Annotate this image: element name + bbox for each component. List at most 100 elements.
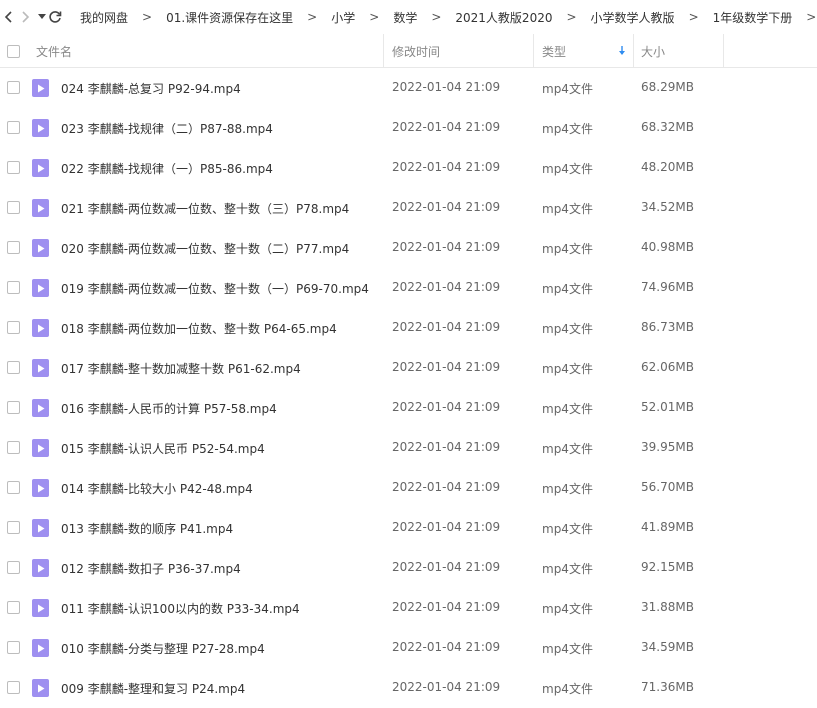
video-file-icon	[32, 199, 49, 217]
breadcrumb-item[interactable]: 小学	[331, 9, 355, 26]
row-checkbox[interactable]	[7, 81, 20, 94]
file-name[interactable]: 018 李麒麟-两位数加一位数、整十数 P64-65.mp4	[61, 320, 337, 337]
file-row[interactable]: 024 李麒麟-总复习 P92-94.mp4 2022-01-04 21:09 mp…	[0, 68, 817, 108]
breadcrumb-item[interactable]: 01.课件资源保存在这里	[166, 9, 293, 26]
file-size: 48.20MB	[641, 160, 694, 174]
refresh-button[interactable]	[48, 6, 62, 28]
file-name[interactable]: 023 李麒麟-找规律（二）P87-88.mp4	[61, 120, 273, 137]
row-checkbox[interactable]	[7, 201, 20, 214]
row-checkbox[interactable]	[7, 441, 20, 454]
file-modified-time: 2022-01-04 21:09	[392, 160, 501, 174]
file-row[interactable]: 019 李麒麟-两位数减一位数、整十数（一）P69-70.mp4 2022-01-…	[0, 268, 817, 308]
file-size: 71.36MB	[641, 680, 694, 694]
row-checkbox[interactable]	[7, 241, 20, 254]
column-divider[interactable]	[533, 34, 534, 68]
file-row[interactable]: 014 李麒麟-比较大小 P42-48.mp4 2022-01-04 21:09 m…	[0, 468, 817, 508]
column-divider[interactable]	[723, 34, 724, 68]
column-divider[interactable]	[383, 34, 384, 68]
file-size: 68.29MB	[641, 80, 694, 94]
file-row[interactable]: 015 李麒麟-认识人民币 P52-54.mp4 2022-01-04 21:09…	[0, 428, 817, 468]
breadcrumb-item[interactable]: 小学数学人教版	[591, 9, 675, 26]
row-checkbox[interactable]	[7, 161, 20, 174]
file-row[interactable]: 017 李麒麟-整十数加减整十数 P61-62.mp4 2022-01-04 21…	[0, 348, 817, 388]
file-name[interactable]: 024 李麒麟-总复习 P92-94.mp4	[61, 80, 241, 97]
row-checkbox[interactable]	[7, 601, 20, 614]
forward-button[interactable]	[20, 6, 30, 28]
breadcrumb-item[interactable]: 1年级数学下册	[713, 9, 793, 26]
file-name[interactable]: 012 李麒麟-数扣子 P36-37.mp4	[61, 560, 241, 577]
file-size: 40.98MB	[641, 240, 694, 254]
file-type: mp4文件	[542, 402, 593, 416]
file-type: mp4文件	[542, 522, 593, 536]
row-checkbox[interactable]	[7, 401, 20, 414]
checkbox-box[interactable]	[7, 44, 20, 58]
breadcrumb-item[interactable]: 我的网盘	[80, 9, 128, 26]
file-row[interactable]: 020 李麒麟-两位数减一位数、整十数（二）P77.mp4 2022-01-04 …	[0, 228, 817, 268]
file-name[interactable]: 020 李麒麟-两位数减一位数、整十数（二）P77.mp4	[61, 240, 349, 257]
file-name[interactable]: 014 李麒麟-比较大小 P42-48.mp4	[61, 480, 253, 497]
row-checkbox[interactable]	[7, 561, 20, 574]
file-name[interactable]: 016 李麒麟-人民币的计算 P57-58.mp4	[61, 400, 277, 417]
file-type: mp4文件	[542, 202, 593, 216]
file-type: mp4文件	[542, 282, 593, 296]
row-checkbox[interactable]	[7, 361, 20, 374]
file-name[interactable]: 011 李麒麟-认识100以内的数 P33-34.mp4	[61, 600, 300, 617]
breadcrumb: 我的网盘 >01.课件资源保存在这里 > 小学 > 数学 >2021人教版2020 > 小学数学…	[80, 9, 817, 26]
row-checkbox[interactable]	[7, 521, 20, 534]
file-name[interactable]: 009 李麒麟-整理和复习 P24.mp4	[61, 680, 245, 697]
file-type: mp4文件	[542, 122, 593, 136]
breadcrumb-item[interactable]: 2021人教版2020	[455, 9, 552, 26]
row-checkbox[interactable]	[7, 641, 20, 654]
file-type: mp4文件	[542, 602, 593, 616]
file-row[interactable]: 009 李麒麟-整理和复习 P24.mp4 2022-01-04 21:09 mp4…	[0, 668, 817, 708]
file-name[interactable]: 019 李麒麟-两位数减一位数、整十数（一）P69-70.mp4	[61, 280, 369, 297]
row-checkbox[interactable]	[7, 481, 20, 494]
column-divider[interactable]	[633, 34, 634, 68]
history-dropdown-button[interactable]	[38, 6, 46, 28]
file-name[interactable]: 010 李麒麟-分类与整理 P27-28.mp4	[61, 640, 265, 657]
back-button[interactable]	[4, 6, 14, 28]
video-file-icon	[32, 319, 49, 337]
file-type: mp4文件	[542, 442, 593, 456]
file-size: 86.73MB	[641, 320, 694, 334]
breadcrumb-separator: >	[806, 10, 817, 24]
file-size: 56.70MB	[641, 480, 694, 494]
file-size: 34.59MB	[641, 640, 694, 654]
file-row[interactable]: 010 李麒麟-分类与整理 P27-28.mp4 2022-01-04 21:09…	[0, 628, 817, 668]
file-size: 41.89MB	[641, 520, 694, 534]
video-file-icon	[32, 159, 49, 177]
file-row[interactable]: 016 李麒麟-人民币的计算 P57-58.mp4 2022-01-04 21:0…	[0, 388, 817, 428]
file-name[interactable]: 017 李麒麟-整十数加减整十数 P61-62.mp4	[61, 360, 301, 377]
file-row[interactable]: 021 李麒麟-两位数减一位数、整十数（三）P78.mp4 2022-01-04 …	[0, 188, 817, 228]
file-name[interactable]: 013 李麒麟-数的顺序 P41.mp4	[61, 520, 233, 537]
file-row[interactable]: 011 李麒麟-认识100以内的数 P33-34.mp4 2022-01-04 2…	[0, 588, 817, 628]
sort-arrow-down-icon[interactable]	[618, 34, 626, 68]
column-header-type[interactable]: 类型	[542, 34, 566, 68]
file-row[interactable]: 022 李麒麟-找规律（一）P85-86.mp4 2022-01-04 21:09…	[0, 148, 817, 188]
file-row[interactable]: 023 李麒麟-找规律（二）P87-88.mp4 2022-01-04 21:09…	[0, 108, 817, 148]
file-row[interactable]: 018 李麒麟-两位数加一位数、整十数 P64-65.mp4 2022-01-04…	[0, 308, 817, 348]
column-header-modified[interactable]: 修改时间	[392, 34, 440, 68]
video-file-icon	[32, 679, 49, 697]
column-header-name[interactable]: 文件名	[36, 34, 72, 68]
file-modified-time: 2022-01-04 21:09	[392, 240, 501, 254]
list-header: 文件名 修改时间 类型 大小	[0, 34, 817, 68]
column-header-size[interactable]: 大小	[641, 34, 665, 68]
chevron-left-icon	[4, 11, 12, 23]
file-row[interactable]: 013 李麒麟-数的顺序 P41.mp4 2022-01-04 21:09 mp4文…	[0, 508, 817, 548]
row-checkbox[interactable]	[7, 121, 20, 134]
file-name[interactable]: 022 李麒麟-找规律（一）P85-86.mp4	[61, 160, 273, 177]
file-size: 31.88MB	[641, 600, 694, 614]
file-type: mp4文件	[542, 642, 593, 656]
select-all-checkbox[interactable]	[7, 34, 20, 68]
breadcrumb-item[interactable]: 数学	[393, 9, 417, 26]
file-modified-time: 2022-01-04 21:09	[392, 680, 501, 694]
file-modified-time: 2022-01-04 21:09	[392, 520, 501, 534]
row-checkbox[interactable]	[7, 321, 20, 334]
file-name[interactable]: 021 李麒麟-两位数减一位数、整十数（三）P78.mp4	[61, 200, 349, 217]
file-modified-time: 2022-01-04 21:09	[392, 80, 501, 94]
file-name[interactable]: 015 李麒麟-认识人民币 P52-54.mp4	[61, 440, 265, 457]
row-checkbox[interactable]	[7, 281, 20, 294]
row-checkbox[interactable]	[7, 681, 20, 694]
file-row[interactable]: 012 李麒麟-数扣子 P36-37.mp4 2022-01-04 21:09 mp…	[0, 548, 817, 588]
